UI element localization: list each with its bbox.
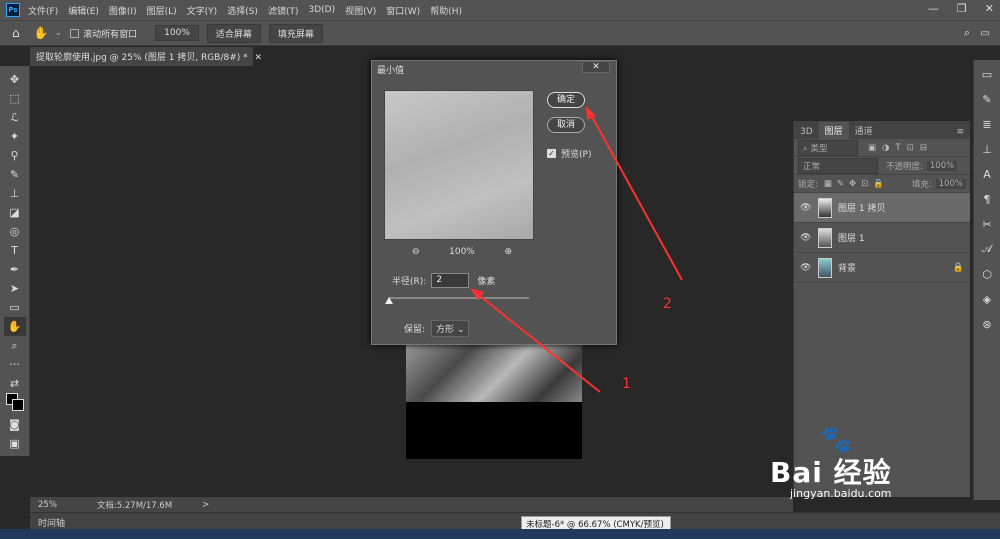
arrow-2-line bbox=[589, 112, 683, 281]
annotation-arrows bbox=[470, 106, 683, 393]
arrow-1-line bbox=[474, 291, 601, 393]
arrow-2-head bbox=[586, 106, 596, 120]
annotation-number-1: 1 bbox=[622, 376, 631, 392]
annotation-number-2: 2 bbox=[663, 296, 672, 312]
